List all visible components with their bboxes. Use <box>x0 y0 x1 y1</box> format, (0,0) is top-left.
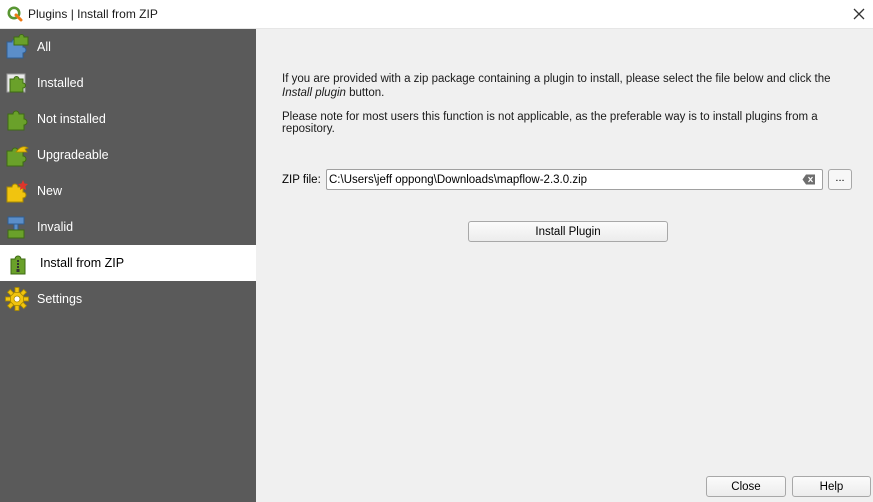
intro-text-part: button. <box>345 87 385 99</box>
clear-icon[interactable] <box>802 174 816 185</box>
puzzle-all-icon <box>4 34 30 60</box>
sidebar-item-all[interactable]: All <box>0 29 256 65</box>
help-button[interactable]: Help <box>792 476 871 497</box>
window-title: Plugins | Install from ZIP <box>28 7 158 21</box>
sidebar-item-not-installed[interactable]: Not installed <box>0 101 256 137</box>
sidebar-item-label: Not installed <box>37 112 106 126</box>
intro-text: If you are provided with a zip package c… <box>282 72 862 100</box>
puzzle-new-icon <box>4 178 30 204</box>
intro-text-part: If you are provided with a zip package c… <box>282 73 831 85</box>
sidebar-item-invalid[interactable]: Invalid <box>0 209 256 245</box>
close-window-icon[interactable] <box>845 0 873 28</box>
sidebar-item-label: Settings <box>37 292 83 306</box>
sidebar-item-installed[interactable]: Installed <box>0 65 256 101</box>
puzzle-invalid-icon <box>4 214 30 240</box>
puzzle-upgradeable-icon <box>4 142 30 168</box>
zip-file-label: ZIP file: <box>282 174 321 186</box>
main-panel: If you are provided with a zip package c… <box>256 29 873 502</box>
install-plugin-button[interactable]: Install Plugin <box>468 221 668 242</box>
puzzle-installed-icon <box>4 70 30 96</box>
sidebar-item-label: All <box>37 40 51 54</box>
sidebar-item-install-from-zip[interactable]: Install from ZIP <box>0 245 256 281</box>
qgis-icon <box>7 6 23 22</box>
sidebar-item-label: Install from ZIP <box>40 256 125 270</box>
zip-install-icon <box>7 250 33 276</box>
sidebar-item-label: Installed <box>37 76 84 90</box>
sidebar-item-upgradeable[interactable]: Upgradeable <box>0 137 256 173</box>
intro-italic-text: Install plugin <box>282 87 346 99</box>
sidebar: All Installed Not installed Upgradeable <box>0 29 256 502</box>
sidebar-item-settings[interactable]: Settings <box>0 281 256 317</box>
sidebar-item-label: New <box>37 184 63 198</box>
puzzle-not-installed-icon <box>4 106 30 132</box>
note-text: Please note for most users this function… <box>282 111 818 135</box>
sidebar-item-label: Invalid <box>37 220 74 234</box>
close-button[interactable]: Close <box>706 476 786 497</box>
zip-file-input[interactable]: C:\Users\jeff oppong\Downloads\mapflow-2… <box>326 169 823 190</box>
sidebar-item-new[interactable]: New <box>0 173 256 209</box>
browse-button[interactable]: ... <box>828 169 852 190</box>
sidebar-item-label: Upgradeable <box>37 148 109 162</box>
title-bar: Plugins | Install from ZIP <box>0 0 873 29</box>
gear-icon <box>4 286 30 312</box>
zip-file-value: C:\Users\jeff oppong\Downloads\mapflow-2… <box>329 173 588 186</box>
